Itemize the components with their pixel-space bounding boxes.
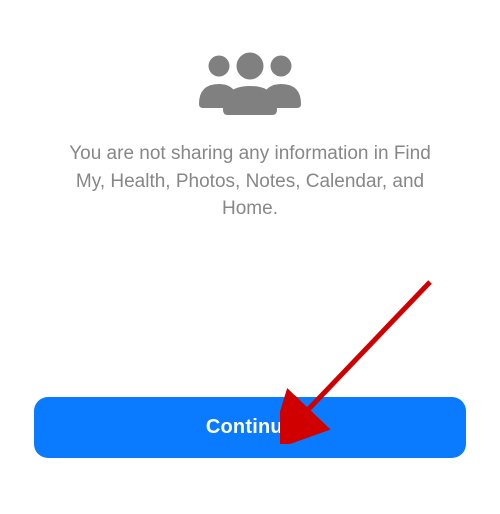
sharing-info-screen: You are not sharing any information in F… xyxy=(0,0,500,514)
sharing-status-message: You are not sharing any information in F… xyxy=(60,140,440,223)
continue-button[interactable]: Continue xyxy=(34,397,466,458)
people-group-icon xyxy=(195,48,305,116)
